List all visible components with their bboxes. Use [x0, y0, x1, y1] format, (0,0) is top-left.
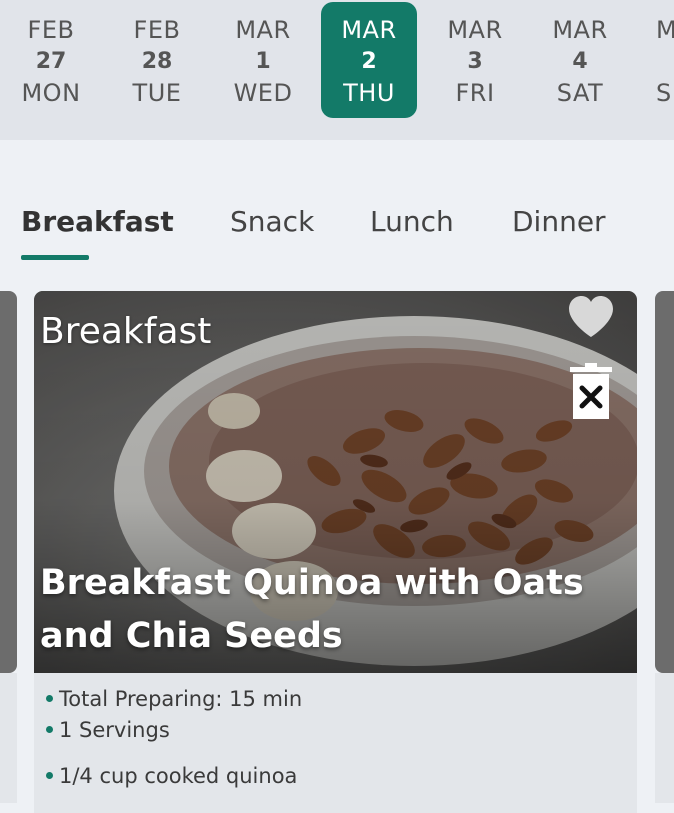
date-day: 27: [35, 49, 67, 74]
date-item-feb-28[interactable]: FEB 28 TUE: [109, 2, 205, 118]
date-item-mar-4[interactable]: MAR 4 SAT: [532, 2, 628, 118]
prep-time-text: Total Preparing: 15 min: [59, 687, 303, 711]
tab-dinner[interactable]: Dinner: [512, 205, 606, 238]
date-month: MAR: [447, 16, 503, 44]
recipe-details: Total Preparing: 15 min 1 Servings 1/4 c…: [34, 673, 637, 813]
bullet-dot: [46, 725, 53, 733]
date-month: FEB: [27, 16, 75, 44]
date-weekday: MON: [21, 79, 81, 107]
date-item-partial[interactable]: M S: [656, 2, 674, 118]
bullet-dot: [46, 694, 53, 702]
active-tab-indicator: [21, 255, 89, 260]
date-weekday: THU: [343, 79, 395, 107]
previous-recipe-card-details: [0, 673, 17, 803]
ingredient-item: 1/4 cup cooked quinoa: [46, 764, 297, 788]
date-item-mar-2-selected[interactable]: MAR 2 THU: [321, 2, 417, 118]
recipe-title: Breakfast Quinoa with Oats and Chia Seed…: [40, 563, 584, 656]
date-item-mar-3[interactable]: MAR 3 FRI: [427, 2, 523, 118]
date-weekday: TUE: [132, 79, 182, 107]
date-day: [656, 48, 674, 76]
heart-icon[interactable]: [567, 295, 615, 339]
date-month: MAR: [235, 16, 291, 44]
date-weekday: SAT: [556, 79, 604, 107]
trash-icon[interactable]: [567, 361, 615, 421]
date-weekday: FRI: [455, 79, 495, 107]
next-recipe-card-details: [655, 673, 674, 803]
date-day: 4: [572, 49, 588, 74]
next-recipe-card[interactable]: [655, 291, 674, 673]
date-month: M: [656, 16, 674, 44]
date-day: 1: [255, 49, 271, 74]
date-month: MAR: [341, 16, 397, 44]
date-day: 3: [467, 49, 483, 74]
date-day: 28: [141, 49, 173, 74]
servings-text: 1 Servings: [59, 718, 170, 742]
date-strip: FEB 27 MON FEB 28 TUE MAR 1 WED MAR 2 TH…: [0, 0, 674, 140]
previous-recipe-card[interactable]: [0, 291, 17, 673]
date-item-mar-1[interactable]: MAR 1 WED: [215, 2, 311, 118]
ingredient-text: 1/4 cup cooked quinoa: [59, 764, 298, 788]
date-weekday: WED: [233, 79, 293, 107]
tab-breakfast[interactable]: Breakfast: [21, 205, 174, 238]
servings-item: 1 Servings: [46, 718, 170, 742]
date-item-feb-27[interactable]: FEB 27 MON: [3, 2, 99, 118]
recipe-card[interactable]: Breakfast Breakfast Quinoa with Oats and…: [34, 291, 637, 813]
recipe-category-label: Breakfast: [40, 311, 212, 352]
date-day: 2: [361, 49, 377, 74]
date-month: FEB: [133, 16, 181, 44]
tab-snack[interactable]: Snack: [230, 205, 314, 238]
date-month: MAR: [552, 16, 608, 44]
bullet-dot: [46, 771, 53, 779]
date-weekday: S: [656, 79, 672, 107]
recipe-photo: Breakfast Breakfast Quinoa with Oats and…: [34, 291, 637, 673]
tab-lunch[interactable]: Lunch: [370, 205, 454, 238]
prep-time-item: Total Preparing: 15 min: [46, 687, 302, 711]
meal-tabs: Breakfast Snack Lunch Dinner: [0, 195, 674, 265]
